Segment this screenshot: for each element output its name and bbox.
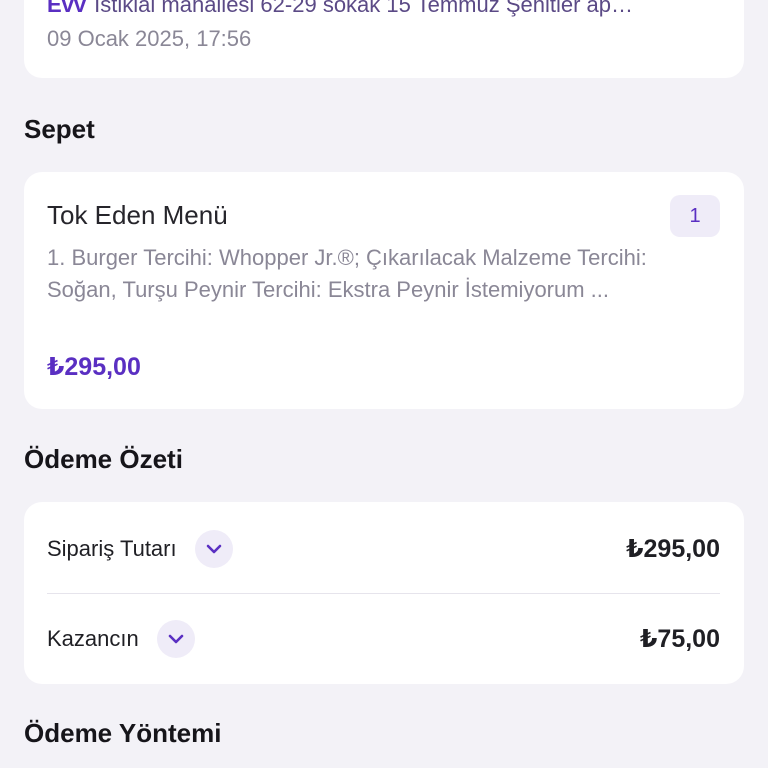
address-text: İstiklal mahallesi 62-29 sokak 15 Temmuz… — [94, 0, 633, 17]
order-address-card[interactable]: Evv İstiklal mahallesi 62-29 sokak 15 Tem… — [24, 0, 744, 78]
payment-summary-card: Sipariş Tutarı ₺295,00 Kazancın ₺75,00 — [24, 502, 744, 684]
savings-value: ₺75,00 — [640, 625, 720, 653]
savings-row: Kazancın ₺75,00 — [47, 594, 720, 684]
order-amount-row: Sipariş Tutarı ₺295,00 — [47, 504, 720, 594]
item-name: Tok Eden Menü — [47, 200, 228, 230]
chevron-down-icon — [168, 634, 184, 644]
payment-method-section-title: Ödeme Yöntemi — [24, 718, 222, 748]
order-amount-label: Sipariş Tutarı — [47, 536, 177, 561]
quantity-badge: 1 — [670, 195, 720, 237]
savings-expand-button[interactable] — [156, 620, 195, 658]
address-tag: Evv — [47, 0, 87, 17]
order-amount-value: ₺295,00 — [626, 535, 720, 563]
item-price: ₺295,00 — [47, 353, 141, 381]
order-detail-page: Evv İstiklal mahallesi 62-29 sokak 15 Tem… — [0, 0, 768, 768]
basket-section-title: Sepet — [24, 114, 95, 144]
item-description: 1. Burger Tercihi: Whopper Jr.®; Çıkarıl… — [47, 245, 647, 302]
chevron-down-icon — [206, 544, 221, 554]
order-amount-expand-button[interactable] — [194, 530, 233, 568]
basket-item-card[interactable]: Tok Eden Menü 1 1. Burger Tercihi: Whopp… — [24, 172, 744, 409]
savings-label: Kazancın — [47, 626, 139, 651]
delivery-address: Evv İstiklal mahallesi 62-29 sokak 15 Tem… — [47, 0, 727, 18]
summary-section-title: Ödeme Özeti — [24, 444, 183, 474]
order-date: 09 Ocak 2025, 17:56 — [47, 26, 252, 51]
